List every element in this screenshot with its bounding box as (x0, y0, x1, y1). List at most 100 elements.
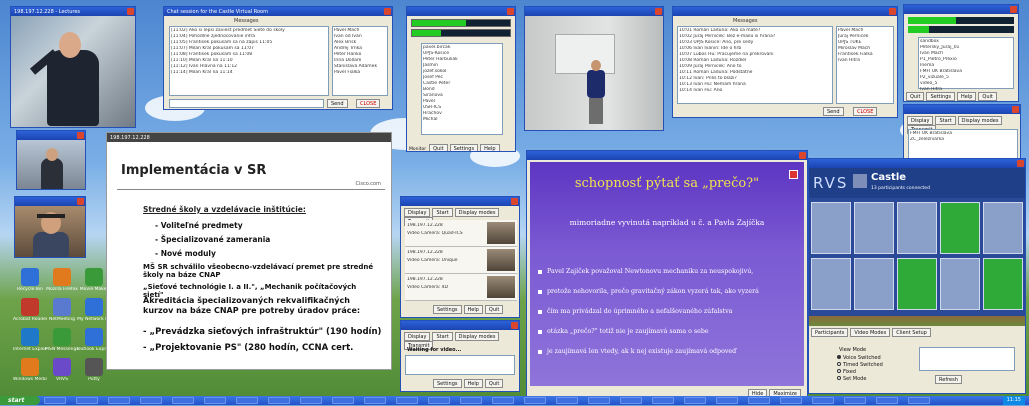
taskbar-button[interactable] (204, 397, 226, 404)
view-mode-option[interactable]: Fixed (837, 369, 883, 376)
list2-button[interactable]: Settings (926, 92, 955, 101)
panel-button[interactable]: Help (463, 379, 483, 388)
taskbar-button[interactable] (172, 397, 194, 404)
vrvs-tab[interactable]: Participants (811, 328, 849, 337)
participant-tile[interactable] (811, 258, 851, 310)
chat2-people-list[interactable]: Pavel Mach Juraj Pernicek UPJS TUKE Mirosla… (836, 26, 894, 104)
close-icon[interactable] (127, 8, 134, 15)
list1-button[interactable]: Settings (449, 144, 479, 151)
close-icon[interactable] (511, 198, 518, 205)
participant-tile[interactable] (811, 202, 851, 254)
participant-tile[interactable] (983, 202, 1023, 254)
desktop-icon[interactable] (21, 268, 39, 286)
chat-window-2[interactable]: Messages 10:01 Roman Laduna: Ako sa mate… (672, 6, 898, 118)
mode-list[interactable] (919, 347, 1015, 371)
close-icon[interactable] (799, 152, 806, 159)
chat-close-button[interactable]: CLOSE (356, 99, 381, 108)
taskbar-button[interactable] (236, 397, 258, 404)
taskbar-button[interactable] (428, 397, 450, 404)
desktop-icon[interactable] (21, 298, 39, 316)
taskbar-button[interactable] (684, 397, 706, 404)
chat2-send-button[interactable]: Send (823, 107, 844, 116)
refresh-button[interactable]: Refresh (935, 375, 962, 384)
desktop-icon[interactable] (85, 328, 103, 346)
close-icon[interactable] (507, 8, 514, 15)
taskbar-button[interactable] (780, 397, 802, 404)
taskbar-button[interactable] (588, 397, 610, 404)
video-row[interactable]: 198.197.12.228 Video Camera: Quad-ICS (405, 220, 517, 247)
chat-person[interactable]: Pavel Fialka (334, 70, 386, 76)
panel-tab[interactable]: Start (935, 116, 956, 125)
list1-button[interactable]: Quit (429, 144, 448, 151)
waiting-list[interactable] (405, 355, 515, 375)
taskbar-button[interactable] (332, 397, 354, 404)
taskbar-button[interactable] (492, 397, 514, 404)
close-icon[interactable] (1017, 160, 1024, 167)
panel-button[interactable]: Settings (433, 305, 462, 314)
panel-tab[interactable]: Display modes (957, 116, 1003, 125)
close-icon[interactable] (384, 8, 391, 15)
chat-messages-list[interactable]: [11:02] Ako si lepsi zaviest predmet Sie… (169, 26, 329, 96)
slide2-close-icon[interactable] (789, 170, 798, 179)
panel-tab[interactable]: Start (432, 208, 453, 217)
taskbar-button[interactable] (268, 397, 290, 404)
taskbar-button[interactable] (812, 397, 834, 404)
small-video-window[interactable] (16, 130, 86, 190)
desktop-icon[interactable] (53, 358, 71, 376)
taskbar-button[interactable] (748, 397, 770, 404)
monitor-checkbox[interactable]: Monitor (409, 147, 426, 151)
participant-tile[interactable] (854, 258, 894, 310)
video-row[interactable]: 198.197.12.228 Video Camera: 4D (405, 274, 517, 301)
desktop-icon[interactable] (21, 328, 39, 346)
taskbar-button[interactable] (908, 397, 930, 404)
participants-window-2[interactable]: sandbox Petersky_Juraj_01 Ivan Mach P1_Piet… (903, 4, 1019, 102)
view-mode-option[interactable]: Timed Switched (837, 362, 883, 369)
participant-tile[interactable] (983, 258, 1023, 310)
close-icon[interactable] (511, 322, 518, 329)
video-row[interactable]: 198.197.12.228 Video Camera: Unique (405, 247, 517, 274)
taskbar-button[interactable] (364, 397, 386, 404)
list2-button[interactable]: Help (956, 92, 977, 101)
list2-button[interactable]: Quit (906, 92, 925, 101)
chat-send-button[interactable]: Send (327, 99, 348, 108)
taskbar-button[interactable] (716, 397, 738, 404)
panel-tab[interactable]: Display modes (454, 208, 500, 217)
radio-icon[interactable] (837, 362, 841, 366)
participant-tile[interactable] (940, 202, 980, 254)
vrvs-tab[interactable]: Client Setup (892, 328, 931, 337)
participants-list-2[interactable]: sandbox Petersky_Juraj_01 Ivan Mach P1_Piet… (918, 37, 1014, 92)
taskbar-button[interactable] (652, 397, 674, 404)
chat2-close-button[interactable]: CLOSE (853, 107, 878, 116)
close-icon[interactable] (77, 198, 84, 205)
desktop-icon[interactable] (85, 358, 103, 376)
panel-button[interactable]: Quit (484, 379, 504, 388)
lecturer-video-window[interactable]: 198.197.12.228 - Lectures (10, 6, 136, 128)
view-mode-option[interactable]: Voice Switched (837, 355, 883, 362)
chat2-person[interactable]: Ivan Hitra (838, 58, 892, 64)
close-icon[interactable] (1012, 106, 1019, 113)
taskbar-button[interactable] (300, 397, 322, 404)
taskbar-button[interactable] (556, 397, 578, 404)
list2-button[interactable]: Quit (978, 92, 997, 101)
panel-tab[interactable]: Start (432, 332, 453, 341)
chat-people-list[interactable]: Pavel Mach Ivan od Ivan Alex Brisk Andrej T… (332, 26, 388, 96)
panel-tab[interactable]: Display (404, 332, 431, 341)
desktop-icon[interactable] (21, 358, 39, 376)
taskbar-button[interactable] (524, 397, 546, 404)
desktop-icon[interactable] (53, 298, 71, 316)
panel-button[interactable]: Help (463, 305, 483, 314)
chat-input[interactable] (169, 99, 324, 108)
taskbar-button[interactable] (44, 397, 66, 404)
close-icon[interactable] (889, 8, 896, 15)
participant-tile[interactable] (897, 258, 937, 310)
room-camera-window[interactable] (524, 6, 664, 131)
webcam-window[interactable] (14, 196, 86, 258)
panel-button[interactable]: Quit (484, 305, 504, 314)
taskbar-button[interactable] (460, 397, 482, 404)
chat2-messages-list[interactable]: 10:01 Roman Laduna: Ako sa mate? 10:02 Ju… (677, 26, 833, 104)
panel-tab[interactable]: Display modes (454, 332, 500, 341)
taskbar-button[interactable] (844, 397, 866, 404)
participant-tile[interactable] (854, 202, 894, 254)
taskbar-button[interactable] (76, 397, 98, 404)
view-mode-option[interactable]: Set Mode (837, 376, 883, 383)
